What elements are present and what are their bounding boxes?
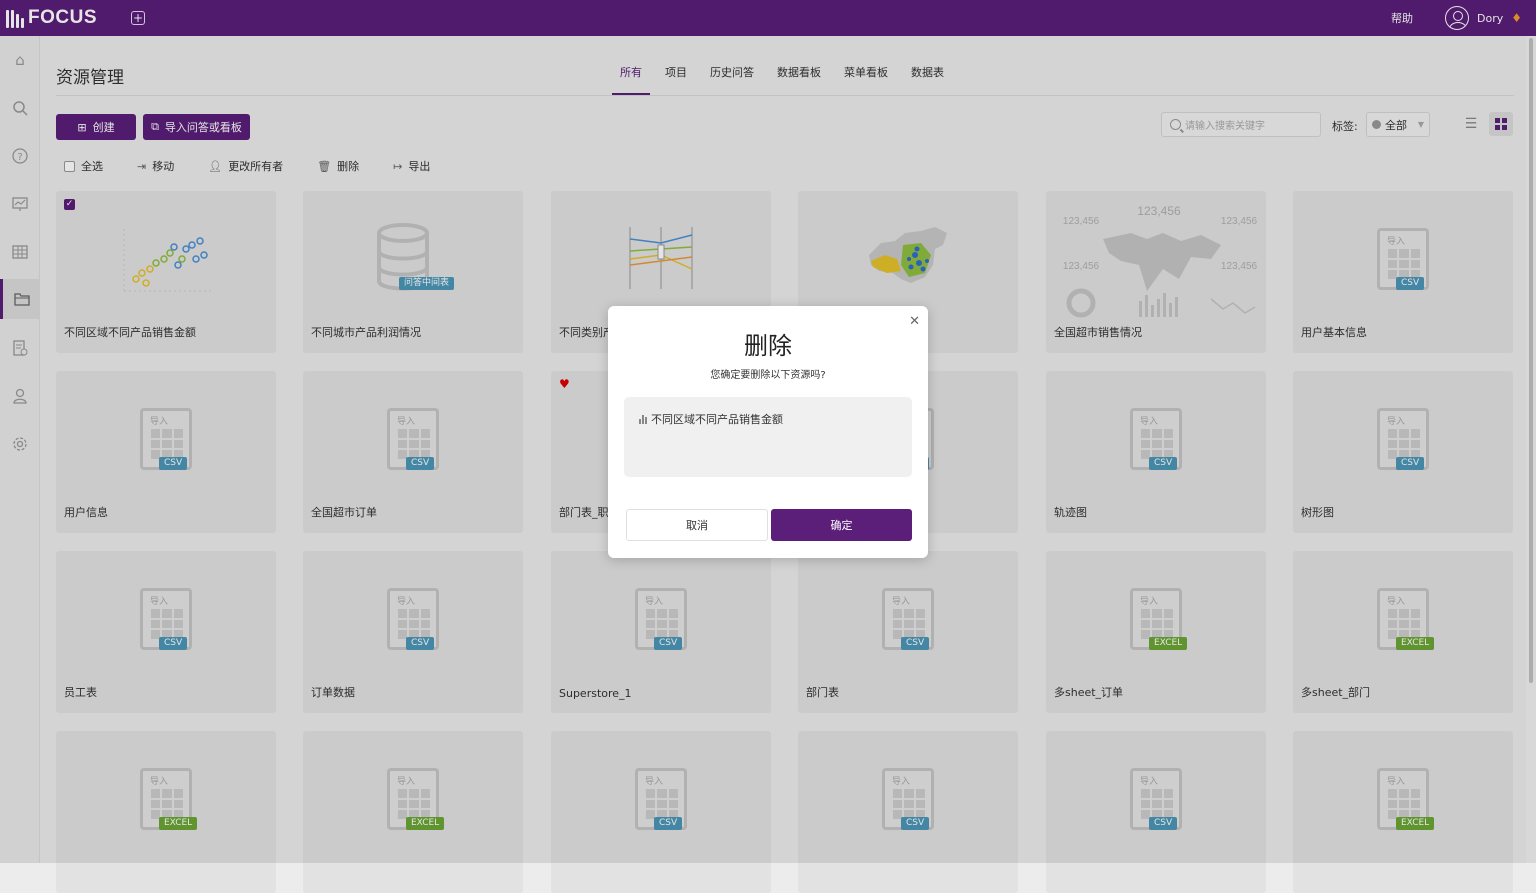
dialog-message: 您确定要删除以下资源吗? [710,370,826,381]
dialog-title: 删除 [744,332,792,360]
delete-dialog: ✕ 删除 您确定要删除以下资源吗? 不同区域不同产品销售金额 取消 确定 [608,306,928,558]
dialog-resource-list: 不同区域不同产品销售金额 [624,397,912,477]
cancel-button[interactable]: 取消 [626,509,768,541]
dialog-resource-item: 不同区域不同产品销售金额 [639,411,783,427]
bar-chart-icon [639,414,647,424]
dialog-resource-name: 不同区域不同产品销售金额 [651,413,783,426]
confirm-button[interactable]: 确定 [771,509,912,541]
